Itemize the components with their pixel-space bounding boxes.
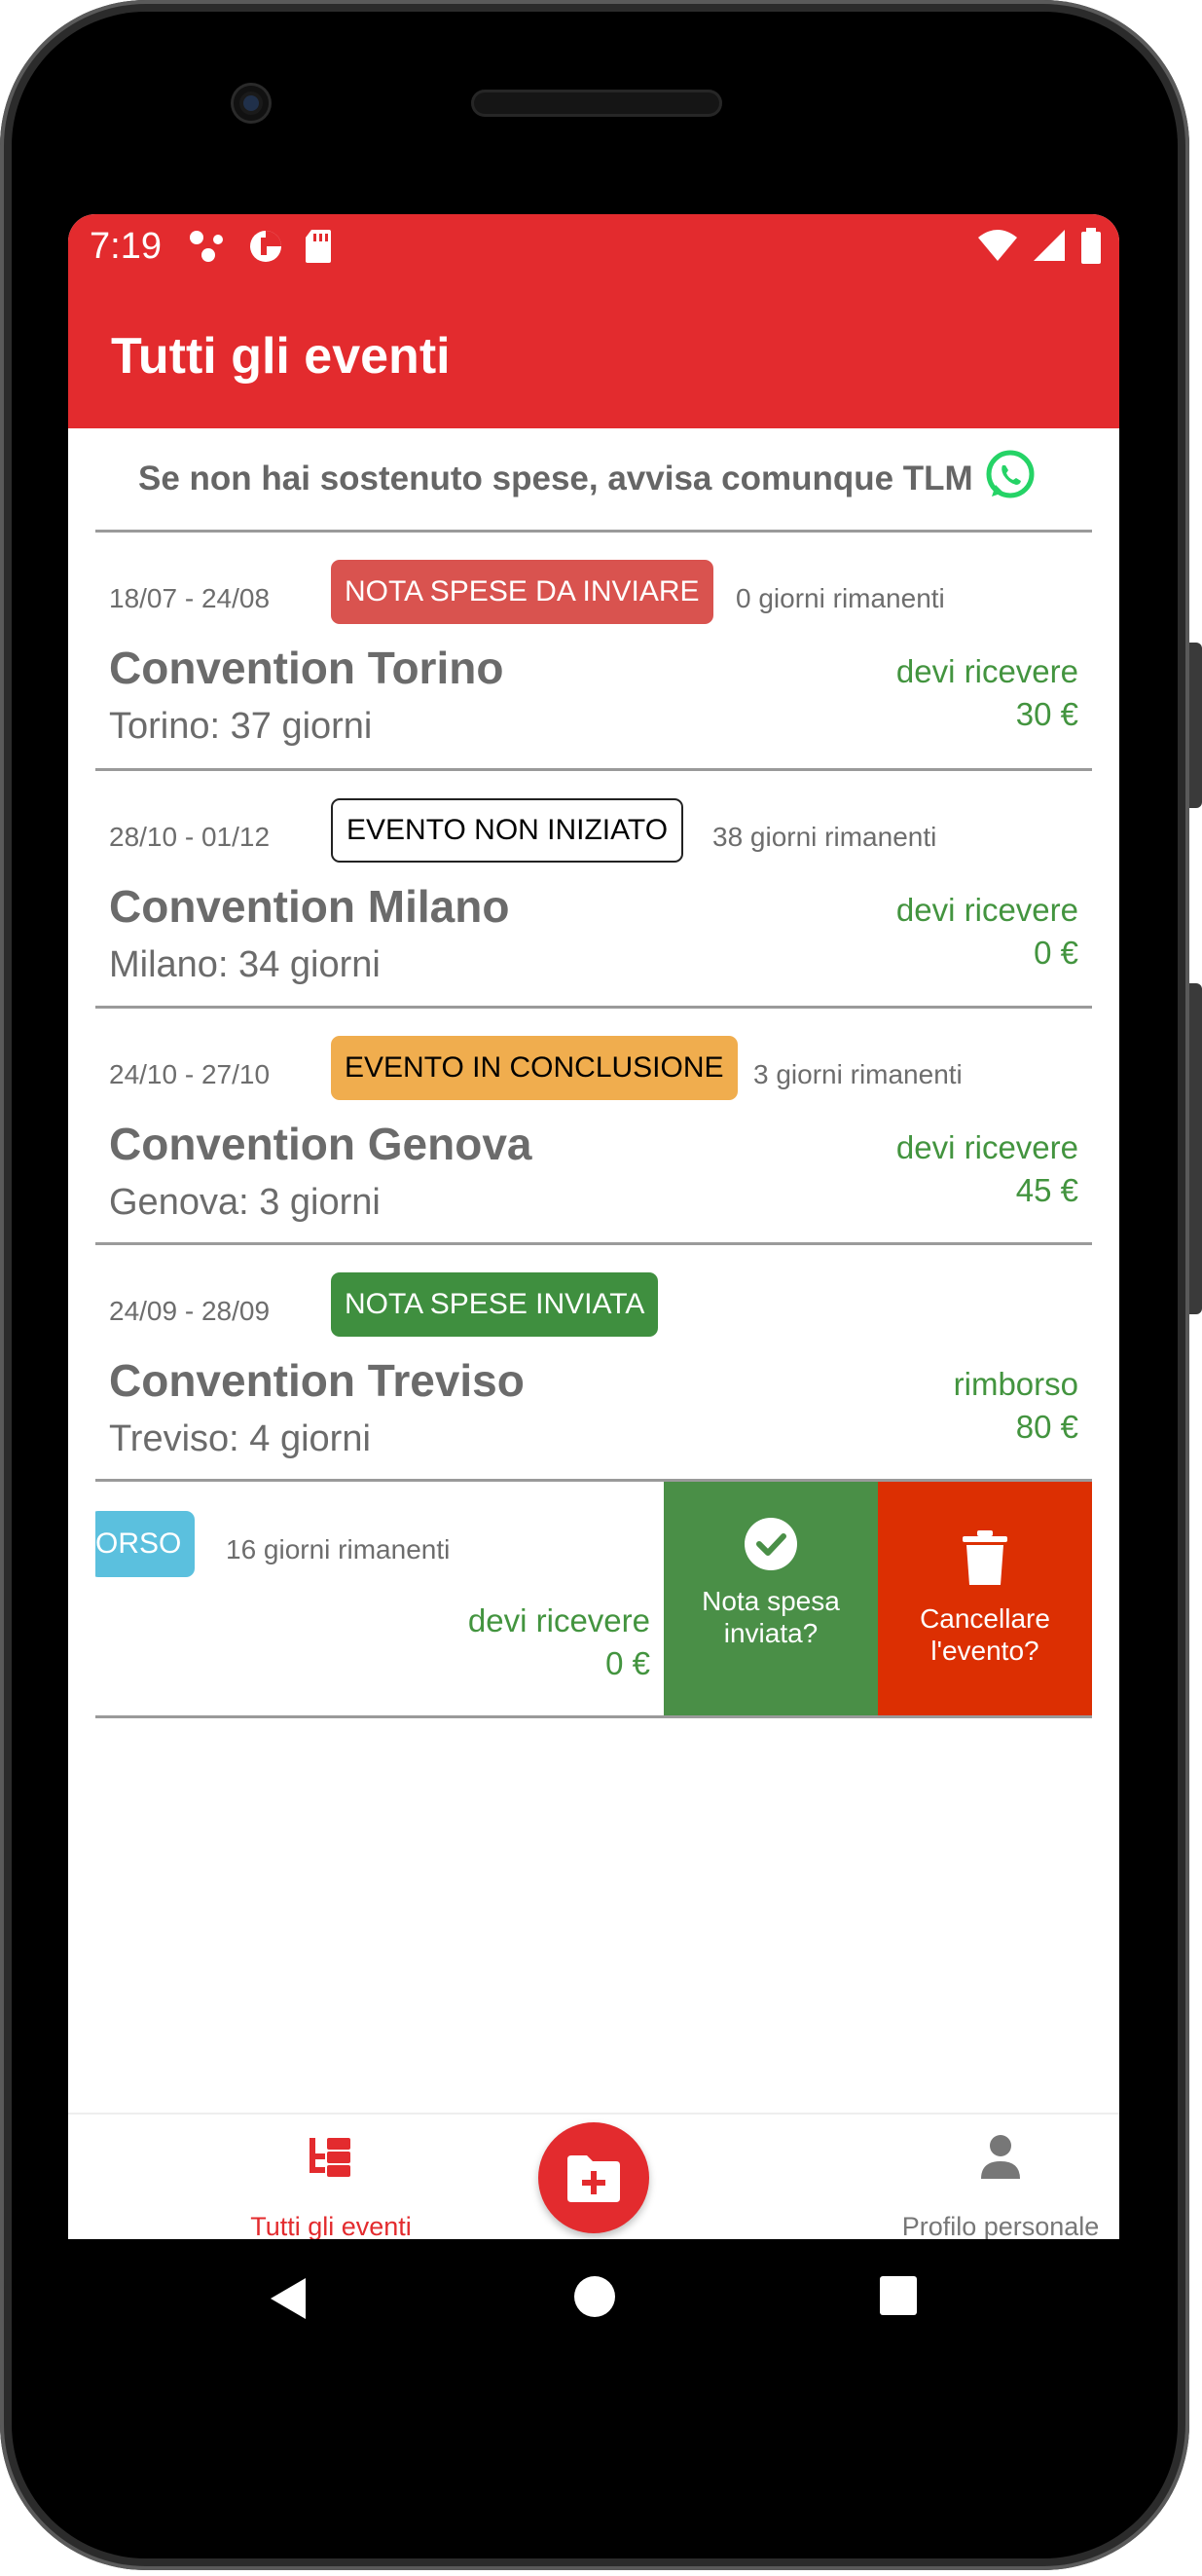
home-icon[interactable]	[572, 2274, 617, 2319]
swiped-event-card[interactable]: ORSO 16 giorni rimanenti devi ricevere 0…	[95, 1479, 1092, 1718]
event-title: Convention Treviso	[109, 1355, 525, 1406]
event-subtitle: Milano: 34 giorni	[109, 944, 381, 985]
amount-label: rimborso	[953, 1366, 1078, 1402]
event-card[interactable]: 24/09 - 28/09 NOTA SPESE INVIATA Convent…	[95, 1242, 1092, 1483]
days-remaining: 38 giorni rimanenti	[712, 822, 937, 852]
amount-value: 45 €	[1015, 1172, 1078, 1208]
notice-text: Se non hai sostenuto spese, avvisa comun…	[138, 460, 973, 497]
amount-value: 0 €	[605, 1645, 650, 1681]
app-screen: 7:19 Tutti gli eventi Se non hai sostenu…	[68, 214, 1119, 2239]
signal-icon	[1034, 230, 1065, 261]
wifi-icon	[978, 230, 1017, 261]
sd-card-icon	[306, 230, 331, 263]
check-circle-icon	[745, 1518, 797, 1570]
earpiece-speaker	[471, 90, 722, 117]
amount-label: devi ricevere	[467, 1602, 650, 1638]
days-remaining: 16 giorni rimanenti	[226, 1534, 451, 1564]
nav-label: Tutti gli eventi	[250, 2212, 412, 2239]
add-event-button[interactable]	[538, 2122, 649, 2233]
notification-dots-icon	[190, 231, 223, 262]
status-bar: 7:19	[68, 214, 1119, 278]
event-card[interactable]: 24/10 - 27/10 EVENTO IN CONCLUSIONE 3 gi…	[95, 1006, 1092, 1246]
mark-sent-action[interactable]: Nota spesa inviata?	[664, 1482, 878, 1718]
days-remaining: 3 giorni rimanenti	[753, 1059, 963, 1089]
battery-icon	[1081, 228, 1101, 264]
event-dates: 24/10 - 27/10	[109, 1059, 271, 1089]
event-title: Convention Torino	[109, 643, 504, 693]
amount-value: 80 €	[1015, 1409, 1078, 1445]
event-card[interactable]: 18/07 - 24/08 NOTA SPESE DA INVIARE 0 gi…	[95, 530, 1092, 770]
power-button	[1189, 983, 1202, 1314]
amount-value: 0 €	[1034, 935, 1078, 971]
mark-sent-label: Nota spesa inviata?	[702, 1586, 840, 1648]
amount-label: devi ricevere	[895, 892, 1078, 928]
event-card[interactable]: 28/10 - 01/12 EVENTO NON INIZIATO 38 gio…	[95, 768, 1092, 1009]
front-camera	[234, 86, 269, 121]
status-badge: EVENTO IN CONCLUSIONE	[331, 1036, 738, 1100]
events-tree-icon	[310, 2138, 350, 2177]
event-title: Convention Genova	[109, 1119, 532, 1169]
volume-button	[1189, 643, 1202, 808]
page-title: Tutti gli eventi	[111, 328, 451, 385]
event-dates: 28/10 - 01/12	[109, 822, 271, 852]
delete-event-label: Cancellare l'evento?	[920, 1603, 1050, 1666]
list-divider	[95, 1715, 1092, 1718]
back-icon[interactable]	[267, 2274, 310, 2323]
status-badge: NOTA SPESE INVIATA	[331, 1272, 659, 1337]
status-badge: NOTA SPESE DA INVIARE	[331, 560, 713, 624]
event-subtitle: Treviso: 4 giorni	[109, 1418, 371, 1459]
nav-profilo-personale[interactable]: Profilo personale	[855, 2115, 1119, 2239]
whatsapp-notice[interactable]: Se non hai sostenuto spese, avvisa comun…	[68, 428, 1119, 530]
person-icon	[981, 2135, 1020, 2179]
whatsapp-icon[interactable]	[983, 448, 1038, 502]
folder-add-icon	[567, 2155, 620, 2202]
event-dates: 24/09 - 28/09	[109, 1296, 271, 1326]
event-title: Convention Milano	[109, 881, 510, 932]
days-remaining: 0 giorni rimanenti	[736, 583, 945, 613]
trash-icon	[963, 1530, 1007, 1585]
data-saver-icon	[250, 231, 281, 262]
nav-tutti-gli-eventi[interactable]: Tutti gli eventi	[185, 2115, 477, 2239]
status-badge: ORSO	[95, 1511, 196, 1577]
status-time: 7:19	[90, 226, 162, 267]
event-subtitle: Torino: 37 giorni	[109, 706, 373, 747]
event-subtitle: Genova: 3 giorni	[109, 1182, 381, 1223]
event-dates: 18/07 - 24/08	[109, 583, 271, 613]
status-badge: EVENTO NON INIZIATO	[331, 798, 684, 863]
delete-event-action[interactable]: Cancellare l'evento?	[878, 1482, 1092, 1718]
amount-value: 30 €	[1015, 696, 1078, 732]
system-navigation-bar	[68, 2239, 1119, 2375]
amount-label: devi ricevere	[895, 1129, 1078, 1165]
amount-label: devi ricevere	[895, 653, 1078, 689]
recents-icon[interactable]	[878, 2274, 919, 2317]
app-bar: Tutti gli eventi	[68, 278, 1119, 428]
nav-label: Profilo personale	[901, 2212, 1100, 2239]
